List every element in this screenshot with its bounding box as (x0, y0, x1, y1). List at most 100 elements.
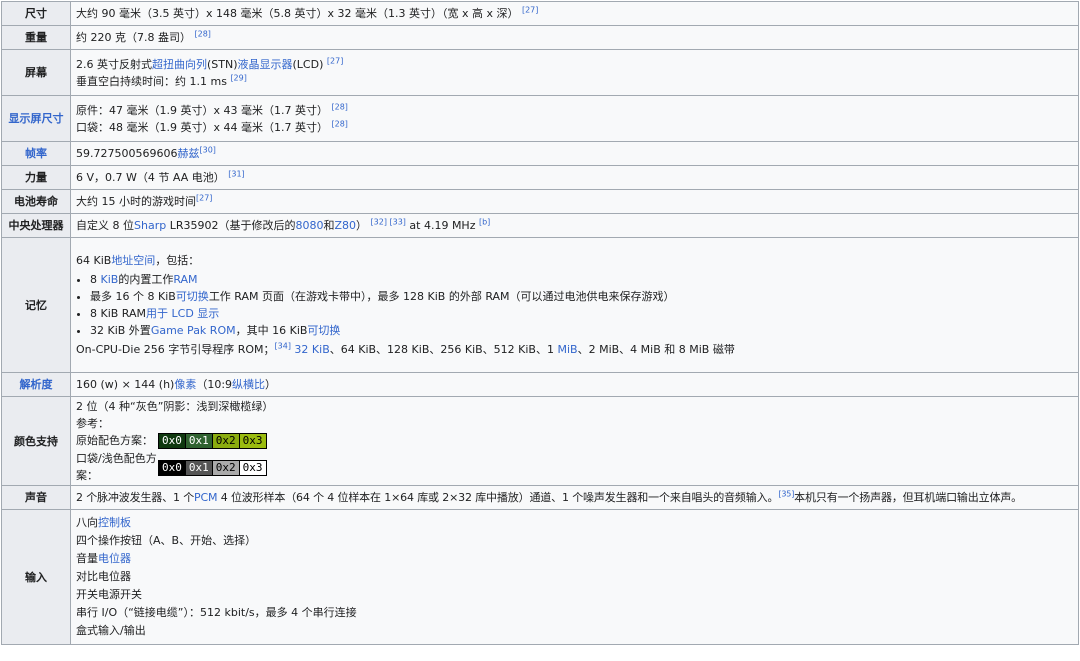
ref-link[interactable]: [28] (331, 102, 347, 111)
link-8080[interactable]: 8080 (295, 219, 323, 232)
row-label: 电池寿命 (1, 189, 71, 214)
swatch-group: 0x0 0x1 0x2 0x3 (158, 459, 267, 476)
text: 自定义 8 位 (76, 219, 134, 232)
row-input: 输入 八向控制板 四个操作按钮（A、B、开始、选择） 音量电位器 对比电位器 开… (1, 509, 1079, 645)
text: 4 位波形样本（64 个 4 位样本在 1×64 库或 2×32 库中播放）通道… (217, 491, 779, 504)
color-swatch: 0x1 (184, 433, 213, 449)
row-value: 2 位（4 种“灰色”阴影：浅到深橄榄绿） 参考： 原始配色方案： 0x0 0x1… (70, 396, 1079, 486)
row-label-link[interactable]: 显示屏尺寸 (1, 95, 71, 142)
row-value: 大约 90 毫米（3.5 英寸）x 148 毫米（5.8 英寸）x 32 毫米（… (70, 1, 1079, 26)
row-value: 八向控制板 四个操作按钮（A、B、开始、选择） 音量电位器 对比电位器 开关电源… (70, 509, 1079, 645)
link-kib[interactable]: KiB (101, 273, 119, 286)
link-lcd-display[interactable]: 用于 LCD 显示 (146, 307, 219, 320)
swatch-group: 0x0 0x1 0x2 0x3 (158, 432, 267, 449)
link-potentiometer[interactable]: 电位器 (98, 552, 131, 565)
link-lcd[interactable]: 液晶显示器 (238, 58, 293, 71)
text: 2.6 英寸反射式 (76, 57, 152, 71)
text: 、64 KiB、128 KiB、256 KiB、512 KiB、1 (329, 343, 558, 356)
row-label: 重量 (1, 25, 71, 50)
row-label-link[interactable]: 帧率 (1, 141, 71, 166)
text: ） (265, 378, 277, 391)
text: 工作 RAM 页面（在游戏卡带中），最多 128 KiB 的外部 RAM（可以通… (208, 290, 675, 303)
link-aspect-ratio[interactable]: 纵横比 (232, 378, 265, 391)
ref-link[interactable]: [34] (275, 341, 291, 350)
value-text: 约 220 克（7.8 盎司） (76, 31, 191, 44)
text: 最多 16 个 8 KiB (90, 290, 176, 303)
color-swatch: 0x0 (158, 433, 186, 449)
row-label: 声音 (1, 485, 71, 510)
ref-link[interactable]: [35] (778, 489, 794, 498)
link-stn[interactable]: 超扭曲向列 (152, 58, 207, 71)
row-weight: 重量 约 220 克（7.8 盎司） [28] (1, 25, 1079, 50)
ref-link[interactable]: [32] [33] (371, 217, 406, 226)
link-pixel[interactable]: 像素 (174, 378, 196, 391)
link-pcm[interactable]: PCM (194, 491, 218, 504)
text: 大约 15 小时的游戏时间 (76, 195, 196, 208)
palette-pocket: 口袋/浅色配色方案： 0x0 0x1 0x2 0x3 (76, 450, 1073, 484)
row-label-link[interactable]: 解析度 (1, 372, 71, 397)
row-frame-rate: 帧率 59.727500569606赫兹[30] (1, 141, 1079, 166)
link-mib[interactable]: MiB (557, 343, 577, 356)
value-line: 64 KiB地址空间，包括： (76, 252, 1073, 269)
row-value: 64 KiB地址空间，包括： 8 KiB的内置工作RAM 最多 16 个 8 K… (70, 237, 1079, 373)
row-value: 约 220 克（7.8 盎司） [28] (70, 25, 1079, 50)
value-line: 音量电位器 (76, 550, 1073, 568)
ref-link[interactable]: [b] (479, 217, 490, 226)
value-line: 四个操作按钮（A、B、开始、选择） (76, 534, 257, 547)
ref-link[interactable]: [28] (194, 29, 210, 38)
ref-link[interactable]: [30] (199, 145, 215, 154)
ref-link[interactable]: [27] (327, 56, 343, 65)
link-sharp[interactable]: Sharp (134, 219, 166, 232)
row-label: 输入 (1, 509, 71, 645)
ref-link[interactable]: [28] (331, 119, 347, 128)
text: 59.727500569606 (76, 147, 178, 160)
text: 、2 MiB、4 MiB 和 8 MiB 磁带 (577, 343, 735, 356)
value-line: 开关电源开关 (76, 588, 142, 601)
value-line: 口袋：48 毫米（1.9 英寸）x 44 毫米（1.7 英寸） [28] (76, 119, 1073, 136)
value-line: 八向控制板 (76, 514, 1073, 532)
row-value: 自定义 8 位Sharp LR35902（基于修改后的8080和Z80） [32… (70, 213, 1079, 238)
value-line: 原件：47 毫米（1.9 英寸）x 43 毫米（1.7 英寸） [28] (76, 102, 1073, 119)
list-item: 32 KiB 外置Game Pak ROM，其中 16 KiB可切换 (90, 322, 1073, 339)
palette-original: 原始配色方案： 0x0 0x1 0x2 0x3 (76, 432, 1073, 449)
row-resolution: 解析度 160 (w) × 144 (h)像素（10:9纵横比） (1, 372, 1079, 397)
link-z80[interactable]: Z80 (334, 219, 356, 232)
value-line: 2.6 英寸反射式超扭曲向列(STN)液晶显示器(LCD) [27] (76, 56, 1073, 73)
row-label: 力量 (1, 165, 71, 190)
value-line: 盒式输入/输出 (76, 624, 146, 637)
color-swatch: 0x0 (158, 459, 186, 476)
ref-link[interactable]: [27] (522, 5, 538, 14)
row-battery: 电池寿命 大约 15 小时的游戏时间[27] (1, 189, 1079, 214)
ref-link[interactable]: [31] (228, 169, 244, 178)
text: 64 KiB (76, 254, 112, 267)
row-sound: 声音 2 个脉冲波发生器、1 个PCM 4 位波形样本（64 个 4 位样本在 … (1, 485, 1079, 510)
link-kib[interactable]: 32 KiB (291, 343, 329, 356)
link-ram[interactable]: RAM (173, 273, 197, 286)
link-game-pak-rom[interactable]: Game Pak ROM (151, 324, 236, 337)
list-item: 8 KiB的内置工作RAM (90, 271, 1073, 288)
value-line: 参考： (76, 417, 109, 430)
list-item: 最多 16 个 8 KiB可切换工作 RAM 页面（在游戏卡带中），最多 128… (90, 288, 1073, 305)
link-hertz[interactable]: 赫兹 (177, 147, 199, 160)
ref-link[interactable]: [29] (230, 73, 246, 82)
ref-link[interactable]: [27] (196, 193, 212, 202)
row-value: 59.727500569606赫兹[30] (70, 141, 1079, 166)
link-address-space[interactable]: 地址空间 (111, 254, 155, 267)
link-switchable[interactable]: 可切换 (307, 324, 340, 337)
palette-label: 原始配色方案： (76, 434, 153, 447)
text: ） (356, 219, 368, 232)
text: (LCD) (292, 57, 324, 71)
text: ，包括： (155, 254, 200, 267)
text: at 4.19 MHz (405, 219, 479, 232)
value-line: On-CPU-Die 256 字节引导程序 ROM；[34] 32 KiB、64… (76, 341, 1073, 358)
row-label: 颜色支持 (1, 396, 71, 486)
text: 口袋：48 毫米（1.9 英寸）x 44 毫米（1.7 英寸） (76, 120, 328, 134)
text: （10:9 (196, 378, 233, 391)
value-line: 2 位（4 种“灰色”阴影：浅到深橄榄绿） (76, 400, 274, 413)
text: 的内置工作 (118, 273, 174, 286)
link-control-pad[interactable]: 控制板 (98, 516, 131, 529)
row-display-size: 显示屏尺寸 原件：47 毫米（1.9 英寸）x 43 毫米（1.7 英寸） [2… (1, 95, 1079, 142)
link-switchable[interactable]: 可切换 (176, 290, 209, 303)
text: 2 个脉冲波发生器、1 个 (76, 491, 195, 504)
color-swatch: 0x1 (184, 459, 213, 476)
